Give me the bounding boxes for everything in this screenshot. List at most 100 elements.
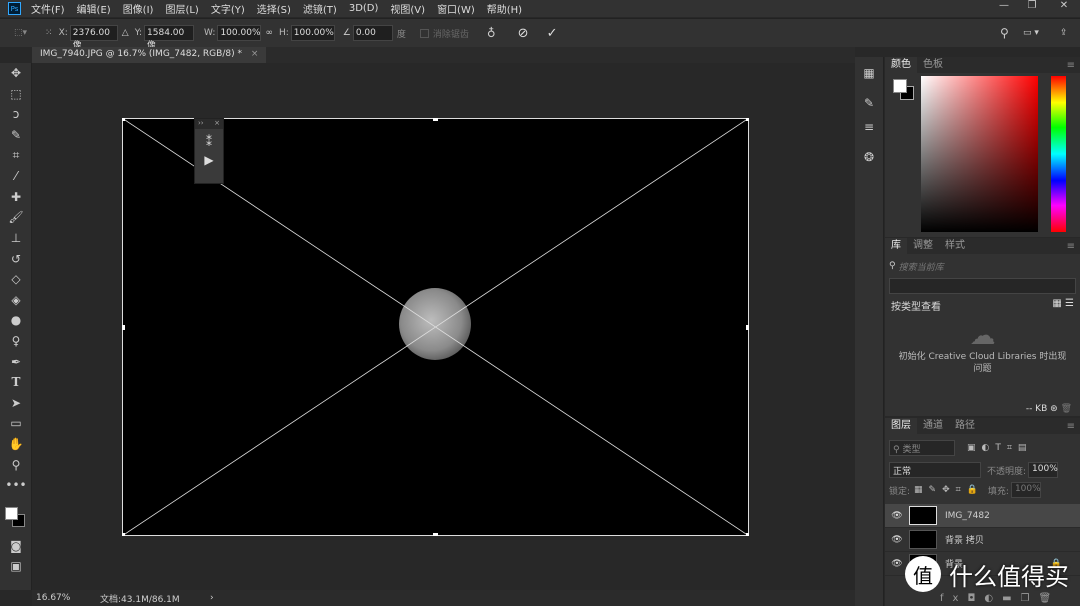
hue-slider[interactable]: [1051, 76, 1066, 232]
quick-select-tool-icon[interactable]: ✎: [0, 125, 32, 146]
menu-filter[interactable]: 滤镜(T): [303, 1, 337, 16]
layer-filter-icons[interactable]: ▣◐T⌗▤: [967, 443, 1032, 453]
tab-swatches[interactable]: 色板: [917, 57, 949, 73]
properties-icon[interactable]: ▦: [855, 61, 883, 85]
lock-icons[interactable]: ▦✎✥⌗🔒: [914, 485, 984, 495]
collapse-icon[interactable]: ››: [198, 119, 204, 129]
play-icon[interactable]: ▶: [195, 153, 223, 167]
fill-field[interactable]: 100%: [1010, 482, 1041, 498]
document-tab[interactable]: IMG_7940.JPG @ 16.7% (IMG_7482, RGB/8) *…: [32, 47, 267, 63]
warp-icon[interactable]: ♁: [487, 26, 496, 40]
menu-select[interactable]: 选择(S): [257, 1, 291, 16]
marquee-tool-icon[interactable]: ⬚: [0, 84, 32, 105]
relative-position-icon[interactable]: △: [122, 28, 129, 38]
height-field[interactable]: 100.00%: [290, 25, 335, 41]
trash-icon[interactable]: 🗑: [1061, 404, 1072, 414]
link-icon[interactable]: ∞: [265, 28, 273, 38]
tab-styles[interactable]: 样式: [939, 238, 971, 254]
path-select-tool-icon[interactable]: ➤: [0, 393, 32, 414]
quick-mask-icon[interactable]: ◙: [0, 535, 32, 556]
tab-paths[interactable]: 路径: [949, 418, 981, 434]
history-brush-tool-icon[interactable]: ↺: [0, 248, 32, 269]
tab-libraries[interactable]: 库: [885, 238, 907, 254]
lasso-tool-icon[interactable]: ↄ: [0, 104, 32, 125]
menu-file[interactable]: 文件(F): [31, 1, 65, 16]
x-field[interactable]: 2376.00 像: [69, 25, 118, 51]
move-tool-icon[interactable]: ✥: [0, 63, 32, 84]
search-icon[interactable]: ⚲: [1000, 26, 1009, 40]
dodge-tool-icon[interactable]: ♀: [0, 331, 32, 352]
pen-tool-icon[interactable]: ✒: [0, 351, 32, 372]
close-window-button[interactable]: ✕: [1050, 0, 1078, 16]
antialias-checkbox[interactable]: [419, 28, 429, 38]
minimize-button[interactable]: —: [990, 0, 1018, 16]
brush-settings-icon[interactable]: ✎: [855, 91, 883, 115]
more-tools-icon[interactable]: •••: [0, 475, 32, 496]
status-menu-arrow[interactable]: ›: [210, 593, 214, 603]
eye-icon[interactable]: 👁: [885, 511, 909, 521]
layer-row[interactable]: 👁 背景 拷贝: [885, 528, 1080, 552]
close-tab-icon[interactable]: ×: [251, 49, 259, 59]
opacity-field[interactable]: 100%: [1028, 462, 1059, 478]
restore-button[interactable]: ❐: [1018, 0, 1046, 16]
view-toggle-icons[interactable]: ▦ ☰: [1052, 298, 1074, 313]
healing-tool-icon[interactable]: ✚: [0, 187, 32, 208]
tab-color[interactable]: 颜色: [885, 57, 917, 73]
blur-tool-icon[interactable]: ●: [0, 310, 32, 331]
menu-type[interactable]: 文字(Y): [211, 1, 245, 16]
color-swatches[interactable]: [0, 495, 31, 535]
stamp-tool-icon[interactable]: ⊥: [0, 228, 32, 249]
paint-bucket-tool-icon[interactable]: ◈: [0, 290, 32, 311]
view-by-type-dropdown[interactable]: 按类型查看: [891, 298, 941, 313]
eraser-tool-icon[interactable]: ◇: [0, 269, 32, 290]
zoom-level[interactable]: 16.67%: [36, 593, 100, 603]
menu-view[interactable]: 视图(V): [390, 1, 425, 16]
library-size: -- KB: [1025, 404, 1048, 414]
history-icon[interactable]: ⁑: [195, 135, 223, 149]
workspace-icon[interactable]: ▭ ▾: [1023, 28, 1039, 38]
layer-actions-bar[interactable]: fx◘◐▬❐🗑: [940, 593, 1060, 604]
transform-tool-icon[interactable]: ⬚▾: [14, 28, 27, 38]
foreground-swatch[interactable]: [893, 79, 907, 93]
brush-tool-icon[interactable]: 🖌: [0, 207, 32, 228]
menu-3d[interactable]: 3D(D): [349, 3, 379, 14]
width-field[interactable]: 100.00%: [217, 25, 262, 41]
tab-adjustments[interactable]: 调整: [907, 238, 939, 254]
hand-tool-icon[interactable]: ✋: [0, 434, 32, 455]
layer-row[interactable]: 👁 IMG_7482: [885, 504, 1080, 528]
menu-edit[interactable]: 编辑(E): [77, 1, 111, 16]
type-tool-icon[interactable]: T: [0, 372, 32, 393]
eye-icon[interactable]: 👁: [885, 535, 909, 545]
menu-image[interactable]: 图像(I): [123, 1, 154, 16]
menu-window[interactable]: 窗口(W): [437, 1, 475, 16]
layer-filter-dropdown[interactable]: ⚲ 类型: [889, 440, 955, 456]
panel-menu-icon[interactable]: ≡: [1067, 60, 1075, 71]
angle-field[interactable]: 0.00: [352, 25, 393, 41]
y-field[interactable]: 1584.00 像: [144, 25, 195, 51]
color-field[interactable]: [921, 76, 1038, 232]
cancel-transform-icon[interactable]: ⊘: [518, 26, 529, 41]
close-panel-icon[interactable]: ×: [214, 119, 220, 129]
tab-layers[interactable]: 图层: [885, 418, 917, 434]
adjust-icon[interactable]: ≡: [855, 115, 883, 139]
rectangle-tool-icon[interactable]: ▭: [0, 413, 32, 434]
panel-menu-icon[interactable]: ≡: [1067, 241, 1075, 252]
menu-help[interactable]: 帮助(H): [487, 1, 522, 16]
3d-icon[interactable]: ❂: [855, 145, 883, 169]
handle-bottom-left: [122, 533, 125, 536]
crop-tool-icon[interactable]: ⌗: [0, 145, 32, 166]
zoom-tool-icon[interactable]: ⚲: [0, 454, 32, 475]
screen-mode-icon[interactable]: ▣: [0, 556, 32, 577]
share-icon[interactable]: ⇪: [1060, 28, 1068, 38]
tab-channels[interactable]: 通道: [917, 418, 949, 434]
menu-layer[interactable]: 图层(L): [165, 1, 198, 16]
panel-menu-icon[interactable]: ≡: [1067, 421, 1075, 432]
foreground-color[interactable]: [5, 507, 18, 521]
library-search[interactable]: ⚲ 搜索当前库: [889, 258, 1076, 274]
reference-point-icon[interactable]: ⁙: [45, 28, 53, 38]
blend-mode-dropdown[interactable]: 正常: [889, 462, 981, 478]
commit-transform-icon[interactable]: ✓: [547, 26, 558, 41]
eyedropper-tool-icon[interactable]: ⁄: [0, 166, 32, 187]
sync-icon[interactable]: ⊛: [1050, 404, 1058, 414]
library-dropdown[interactable]: [889, 278, 1076, 294]
